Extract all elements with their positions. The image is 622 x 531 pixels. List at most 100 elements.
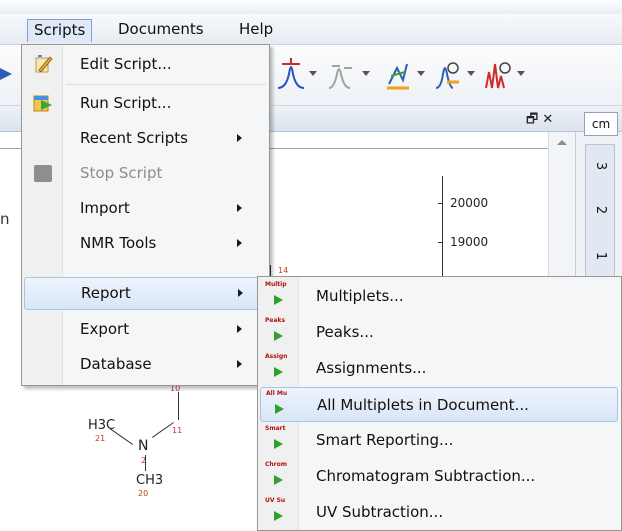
y-axis-label: 19000 [450, 235, 489, 249]
menu-item-export[interactable]: Export [24, 313, 267, 346]
methyl-label: CH3 [136, 473, 164, 488]
submenu-arrow-icon [237, 360, 242, 368]
menu-item-report[interactable]: Report [24, 277, 267, 310]
script-icon-tag: Assign [265, 353, 288, 360]
window-top-strip [0, 0, 622, 14]
menu-scripts[interactable]: Scripts [27, 19, 93, 42]
atom-number: 21 [95, 434, 106, 443]
script-play-icon: Chrom [265, 461, 293, 491]
submenu-arrow-icon [238, 289, 243, 297]
menu-item-database[interactable]: Database [24, 348, 267, 381]
menu-item-label: Stop Script [80, 164, 163, 182]
play-icon [274, 511, 283, 521]
stop-icon [34, 165, 52, 182]
menu-item-import[interactable]: Import [24, 192, 267, 225]
bond-line [145, 455, 146, 471]
menu-item-label: Import [80, 199, 130, 217]
script-play-icon: All Mu [266, 390, 294, 420]
menu-separator [66, 84, 266, 85]
play-icon [275, 404, 284, 414]
y-axis-tick [438, 203, 443, 204]
nitrogen-label: N [138, 438, 149, 454]
menu-item-nmr-tools[interactable]: NMR Tools [24, 227, 267, 260]
submenu-arrow-icon [237, 325, 242, 333]
page-tab-1[interactable]: 1 [583, 244, 617, 268]
menu-item-label: Database [80, 355, 152, 373]
atom-number: 14 [278, 266, 289, 275]
menu-documents[interactable]: Documents [112, 19, 210, 42]
edit-script-icon [35, 55, 53, 73]
play-icon [274, 475, 283, 485]
script-icon-tag: Multip [265, 281, 287, 288]
page-tab-2[interactable]: 2 [583, 198, 617, 222]
menu-item-label: NMR Tools [80, 234, 157, 252]
play-icon [274, 367, 283, 377]
prediction-dropdown-icon[interactable] [467, 71, 475, 76]
clipped-text: n [0, 210, 10, 228]
menu-item-label: Run Script... [80, 94, 172, 112]
submenu-arrow-icon [237, 239, 242, 247]
toolbar-partial-icon[interactable] [0, 54, 14, 94]
methyl-label: H3C [88, 418, 116, 433]
multiplet-dropdown-icon[interactable] [417, 71, 425, 76]
atom-number: 11 [172, 426, 183, 435]
submenu-arrow-icon [237, 204, 242, 212]
scripts-dropdown-menu: Edit Script... Run Script... Recent Scri… [21, 44, 270, 386]
script-play-icon: Assign [265, 353, 293, 383]
scroll-up-icon[interactable] [556, 138, 568, 146]
submenu-item-chromatogram-subtraction[interactable]: Chrom Chromatogram Subtraction... [260, 459, 618, 494]
menu-item-recent-scripts[interactable]: Recent Scripts [24, 122, 267, 155]
script-play-icon: Multip [265, 281, 293, 311]
submenu-item-smart-reporting[interactable]: Smart Smart Reporting... [260, 423, 618, 458]
menu-item-label: Export [80, 320, 130, 338]
spectrum-analysis-dropdown-icon[interactable] [517, 71, 525, 76]
script-play-icon: Peaks [265, 317, 293, 347]
script-play-icon: UV Su [265, 497, 293, 527]
spectrum-analysis-icon[interactable] [483, 54, 513, 94]
submenu-item-label: Chromatogram Subtraction... [316, 467, 536, 485]
play-icon [274, 295, 283, 305]
submenu-item-label: Assignments... [316, 359, 427, 377]
script-icon-tag: UV Su [265, 497, 286, 504]
bond-line [178, 392, 179, 420]
submenu-item-assignments[interactable]: Assign Assignments... [260, 351, 618, 386]
submenu-item-label: Peaks... [316, 323, 374, 341]
submenu-item-all-multiplets[interactable]: All Mu All Multiplets in Document... [260, 387, 618, 422]
menu-item-edit-script[interactable]: Edit Script... [24, 48, 267, 81]
submenu-arrow-icon [237, 134, 242, 142]
script-icon-tag: All Mu [266, 390, 288, 397]
peak-pick-icon[interactable] [276, 54, 306, 94]
y-axis-tick [438, 242, 443, 243]
integral-dropdown-icon[interactable] [362, 71, 370, 76]
menu-help[interactable]: Help [233, 19, 279, 42]
submenu-item-multiplets[interactable]: Multip Multiplets... [260, 279, 618, 314]
script-icon-tag: Chrom [265, 461, 288, 468]
prediction-icon[interactable] [433, 54, 463, 94]
report-submenu: Multip Multiplets... Peaks Peaks... Assi… [257, 276, 622, 531]
script-icon-tag: Smart [265, 425, 286, 432]
units-selector[interactable]: cm [584, 112, 618, 136]
menu-item-label: Recent Scripts [80, 129, 188, 147]
play-icon [274, 331, 283, 341]
run-script-icon [33, 95, 52, 112]
peak-pick-dropdown-icon[interactable] [309, 71, 317, 76]
atom-number: 20 [138, 489, 149, 498]
submenu-item-label: All Multiplets in Document... [317, 396, 529, 414]
tab-window-controls[interactable]: 🗗 ✕ [526, 110, 553, 132]
submenu-item-label: Multiplets... [316, 287, 404, 305]
submenu-item-label: UV Subtraction... [316, 503, 444, 521]
multiplet-icon[interactable] [383, 54, 413, 94]
integral-icon[interactable] [326, 54, 356, 94]
script-icon-tag: Peaks [265, 317, 286, 324]
script-play-icon: Smart [265, 425, 293, 455]
submenu-item-label: Smart Reporting... [316, 431, 454, 449]
menu-item-label: Report [81, 284, 131, 302]
menubar: Scripts Documents Help [0, 14, 622, 45]
page-tab-3[interactable]: 3 [583, 154, 617, 178]
submenu-item-uv-subtraction[interactable]: UV Su UV Subtraction... [260, 495, 618, 530]
menu-item-label: Edit Script... [80, 55, 172, 73]
submenu-item-peaks[interactable]: Peaks Peaks... [260, 315, 618, 350]
play-icon [274, 439, 283, 449]
menu-item-run-script[interactable]: Run Script... [24, 87, 267, 120]
menu-item-stop-script[interactable]: Stop Script [24, 157, 267, 190]
